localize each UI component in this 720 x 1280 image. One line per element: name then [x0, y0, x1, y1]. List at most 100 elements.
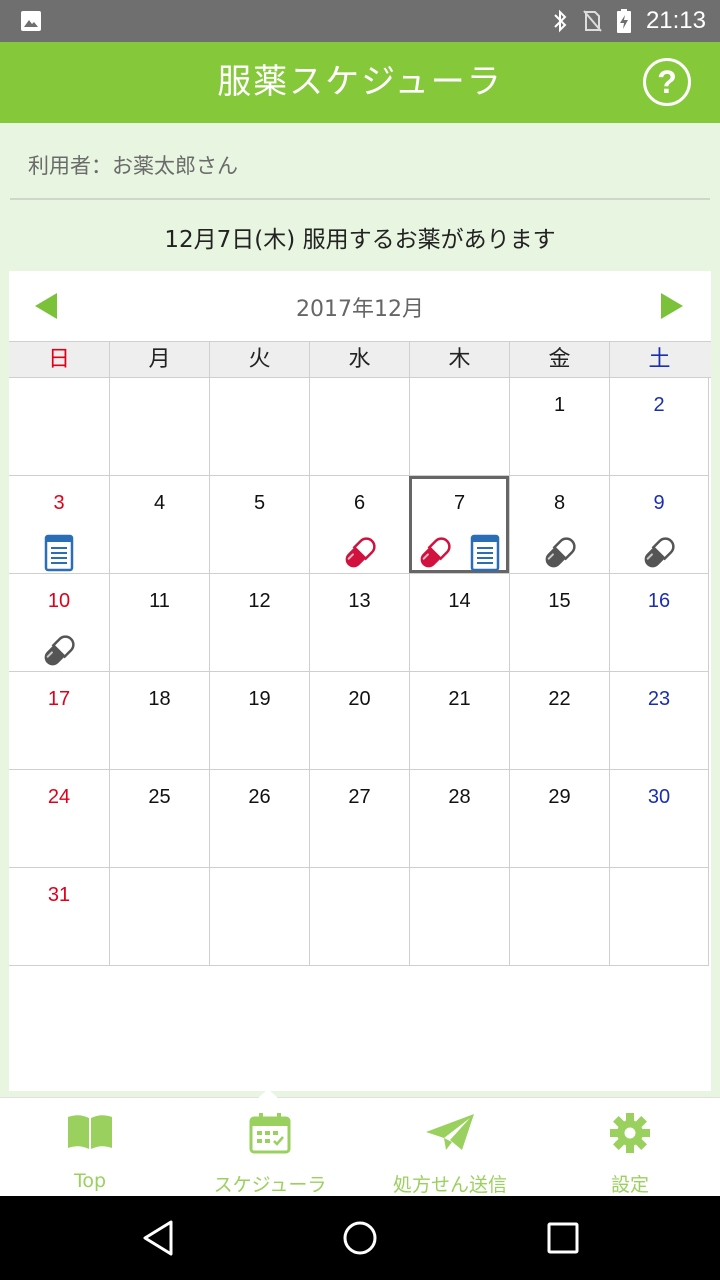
tab-settings[interactable]: 設定: [540, 1098, 720, 1197]
calendar-day-14[interactable]: 14: [409, 574, 509, 671]
calendar-day-3[interactable]: 3: [9, 476, 109, 573]
next-month-arrow-icon[interactable]: [661, 293, 683, 319]
calendar-day-29[interactable]: 29: [509, 770, 609, 867]
calendar-day-23[interactable]: 23: [609, 672, 709, 769]
tab-top[interactable]: Top: [0, 1098, 180, 1197]
calendar-day-10[interactable]: 10: [9, 574, 109, 671]
pill-gray-icon: [644, 537, 675, 568]
calendar-day-empty: [209, 868, 309, 965]
pill-red-icon: [420, 537, 451, 568]
no-sim-icon: [583, 10, 602, 32]
calendar-day-17[interactable]: 17: [9, 672, 109, 769]
day-event-icons: [510, 534, 609, 572]
tab-top-label: Top: [73, 1170, 107, 1192]
calendar-day-19[interactable]: 19: [209, 672, 309, 769]
calendar-day-empty: [9, 378, 109, 475]
calendar-day-5[interactable]: 5: [209, 476, 309, 573]
weekday-sat: 土: [609, 342, 709, 377]
calendar-day-7[interactable]: 7: [409, 476, 509, 573]
bluetooth-icon: [554, 9, 567, 33]
calendar-day-31[interactable]: 31: [9, 868, 109, 965]
status-bar: 21:13: [0, 0, 720, 42]
calendar-day-empty: [309, 378, 409, 475]
day-number: 29: [548, 786, 571, 808]
calendar-day-27[interactable]: 27: [309, 770, 409, 867]
day-number: 1: [553, 394, 566, 416]
bottom-nav: Top スケジューラ 処方せん送信 設定: [0, 1089, 720, 1197]
tab-prescription-send[interactable]: 処方せん送信: [360, 1098, 540, 1197]
day-number: 18: [148, 688, 171, 710]
day-number: 8: [553, 492, 566, 514]
calendar-day-21[interactable]: 21: [409, 672, 509, 769]
calendar-day-16[interactable]: 16: [609, 574, 709, 671]
calendar-day-18[interactable]: 18: [109, 672, 209, 769]
day-number: 12: [248, 590, 271, 612]
paper-plane-icon: [426, 1114, 474, 1150]
calendar-week-row: 10 11 12 13 14 15 16: [9, 574, 709, 672]
calendar-day-8[interactable]: 8: [509, 476, 609, 573]
page-title: 服薬スケジューラ: [217, 62, 503, 102]
calendar-day-20[interactable]: 20: [309, 672, 409, 769]
active-tab-indicator: [258, 1089, 278, 1098]
calendar-day-22[interactable]: 22: [509, 672, 609, 769]
calendar-day-24[interactable]: 24: [9, 770, 109, 867]
tab-scheduler[interactable]: スケジューラ: [180, 1098, 360, 1197]
app-header: 服薬スケジューラ ?: [0, 42, 720, 123]
calendar-day-2[interactable]: 2: [609, 378, 709, 475]
day-number: 10: [47, 590, 71, 612]
calendar-day-4[interactable]: 4: [109, 476, 209, 573]
day-number: 21: [448, 688, 471, 710]
month-label: 2017年12月: [296, 297, 424, 322]
day-number: 30: [647, 786, 671, 808]
calendar-day-empty: [109, 868, 209, 965]
calendar-day-25[interactable]: 25: [109, 770, 209, 867]
user-name: 利用者：お薬太郎さん: [28, 154, 238, 178]
day-number: 4: [153, 492, 166, 514]
calendar-day-6[interactable]: 6: [309, 476, 409, 573]
calendar-day-26[interactable]: 26: [209, 770, 309, 867]
calendar-week-row: 31: [9, 868, 709, 966]
pill-red-icon: [345, 537, 376, 568]
calendar-week-row: 12: [9, 378, 709, 476]
medication-notice: 12月7日(木) 服用するお薬があります: [164, 227, 556, 253]
back-icon[interactable]: [140, 1218, 176, 1258]
recents-icon[interactable]: [545, 1218, 581, 1258]
day-number: 26: [248, 786, 271, 808]
day-event-icons: [9, 632, 109, 670]
weekday-fri: 金: [509, 342, 609, 377]
day-number: 19: [248, 688, 271, 710]
calendar-day-empty: [209, 378, 309, 475]
day-number: 27: [348, 786, 371, 808]
day-number: 14: [448, 590, 471, 612]
calendar-week-row: 17 18 19 20 21 22 23: [9, 672, 709, 770]
day-number: 20: [348, 688, 371, 710]
day-number: 15: [548, 590, 571, 612]
calendar-day-13[interactable]: 13: [309, 574, 409, 671]
calendar-day-30[interactable]: 30: [609, 770, 709, 867]
pill-gray-icon: [545, 537, 576, 568]
clock: 21:13: [645, 7, 706, 34]
tab-settings-label: 設定: [610, 1174, 649, 1196]
calendar-day-11[interactable]: 11: [109, 574, 209, 671]
calendar-day-1[interactable]: 1: [509, 378, 609, 475]
home-icon[interactable]: [340, 1218, 380, 1258]
help-button[interactable]: ?: [643, 58, 691, 106]
calendar-day-empty: [109, 378, 209, 475]
day-number: 17: [47, 688, 71, 710]
day-number: 31: [47, 884, 71, 906]
day-event-icons: [310, 534, 409, 572]
day-number: 16: [647, 590, 671, 612]
day-number: 23: [647, 688, 671, 710]
calendar-day-9[interactable]: 9: [609, 476, 709, 573]
calendar-day-empty: [609, 868, 709, 965]
day-event-icons: [410, 534, 509, 572]
image-notification-icon: [21, 11, 41, 31]
divider: [10, 198, 710, 200]
calendar-day-28[interactable]: 28: [409, 770, 509, 867]
gear-icon: [610, 1113, 650, 1153]
calendar-day-12[interactable]: 12: [209, 574, 309, 671]
calendar-day-15[interactable]: 15: [509, 574, 609, 671]
calendar-week-row: 3 4 5 6 7 8 9: [9, 476, 709, 574]
calendar-icon: [249, 1113, 291, 1154]
calendar-day-empty: [509, 868, 609, 965]
